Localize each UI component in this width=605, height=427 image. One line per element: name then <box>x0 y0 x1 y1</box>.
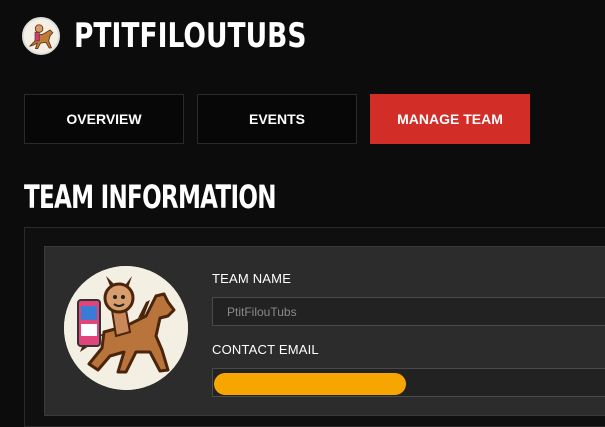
team-logo-icon <box>22 17 60 55</box>
team-name-value: PtitFilouTubs <box>227 304 297 319</box>
section-title: TEAM INFORMATION <box>24 178 276 216</box>
tab-manage-team[interactable]: MANAGE TEAM <box>370 94 530 144</box>
tab-overview-label: OVERVIEW <box>66 111 142 127</box>
team-header: PTITFILOUTUBS <box>22 15 372 57</box>
team-name-label: TEAM NAME <box>212 271 292 286</box>
tab-events-label: EVENTS <box>248 111 305 127</box>
tab-manage-team-label: MANAGE TEAM <box>397 111 503 127</box>
tab-overview[interactable]: OVERVIEW <box>24 94 184 144</box>
contact-email-label: CONTACT EMAIL <box>212 342 319 357</box>
tab-events[interactable]: EVENTS <box>197 94 357 144</box>
email-redaction-mark <box>214 373 406 395</box>
horse-rider-logo-icon <box>64 266 188 390</box>
team-avatar[interactable] <box>64 266 188 390</box>
team-title: PTITFILOUTUBS <box>74 16 307 56</box>
team-name-input[interactable]: PtitFilouTubs <box>212 297 605 326</box>
